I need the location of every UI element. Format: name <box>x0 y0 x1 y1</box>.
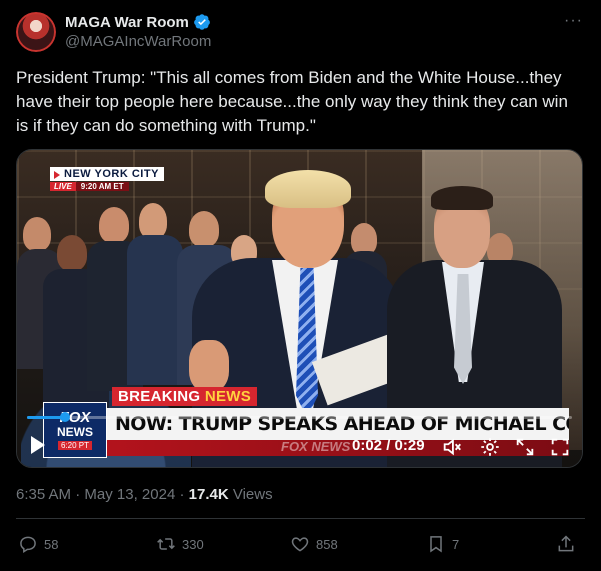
views-label: Views <box>232 486 273 503</box>
muted-speaker-icon[interactable] <box>441 436 463 458</box>
tweet-meta: 6:35 AM · May 13, 2024 · 17.4K Views <box>16 486 273 503</box>
reply-icon <box>20 536 36 554</box>
repost-button[interactable]: 330 <box>156 534 204 554</box>
author-handle[interactable]: @MAGAIncWarRoom <box>65 33 211 50</box>
like-button[interactable]: 858 <box>290 534 338 554</box>
location-bug: NEW YORK CITY LIVE 9:20 AM ET <box>50 167 164 191</box>
verified-badge-icon <box>194 14 210 30</box>
live-indicator: LIVE 9:20 AM ET <box>50 182 164 191</box>
tweet-date[interactable]: May 13, 2024 <box>84 486 175 503</box>
popout-icon[interactable] <box>514 436 536 458</box>
more-horizontal-icon[interactable]: ··· <box>564 12 583 30</box>
action-bar: 58 330 858 7 <box>16 532 585 558</box>
fullscreen-icon[interactable] <box>549 436 571 458</box>
divider <box>16 518 585 519</box>
bookmark-button[interactable]: 7 <box>426 534 459 554</box>
repost-count: 330 <box>182 536 204 552</box>
share-icon <box>558 535 574 552</box>
reply-button[interactable]: 58 <box>18 534 58 554</box>
location-city: NEW YORK CITY <box>50 167 164 181</box>
reply-count: 58 <box>44 536 59 552</box>
live-time: 9:20 AM ET <box>75 182 129 191</box>
live-label: LIVE <box>50 182 76 191</box>
meta-separator-2: · <box>179 486 185 503</box>
like-count: 858 <box>316 536 338 552</box>
video-controls: 0:02 / 0:29 <box>17 430 582 464</box>
repost-icon <box>157 538 175 550</box>
tweet-header: MAGA War Room @MAGAIncWarRoom ··· <box>16 10 585 54</box>
bookmark-icon <box>430 536 442 553</box>
avatar[interactable] <box>16 12 56 52</box>
gear-icon[interactable] <box>479 436 501 458</box>
views-count: 17.4K <box>188 486 229 503</box>
heart-icon <box>291 537 309 552</box>
share-button[interactable] <box>556 534 576 554</box>
author-name[interactable]: MAGA War Room <box>65 13 211 31</box>
tweet-text: President Trump: "This all comes from Bi… <box>16 68 568 135</box>
video-player[interactable]: NEW YORK CITY LIVE 9:20 AM ET BREAKING N… <box>16 149 583 468</box>
video-timecode: 0:02 / 0:29 <box>352 437 425 454</box>
breaking-word: BREAKING <box>118 388 201 405</box>
tweet-time[interactable]: 6:35 AM <box>16 486 71 503</box>
breaking-news-label: BREAKING NEWS <box>112 387 258 406</box>
news-word: NEWS <box>204 388 252 405</box>
video-progress-bar[interactable] <box>27 412 572 422</box>
bookmark-count: 7 <box>452 536 460 552</box>
play-icon[interactable] <box>31 436 45 454</box>
display-name[interactable]: MAGA War Room <box>65 14 189 31</box>
meta-separator: · <box>75 486 81 503</box>
